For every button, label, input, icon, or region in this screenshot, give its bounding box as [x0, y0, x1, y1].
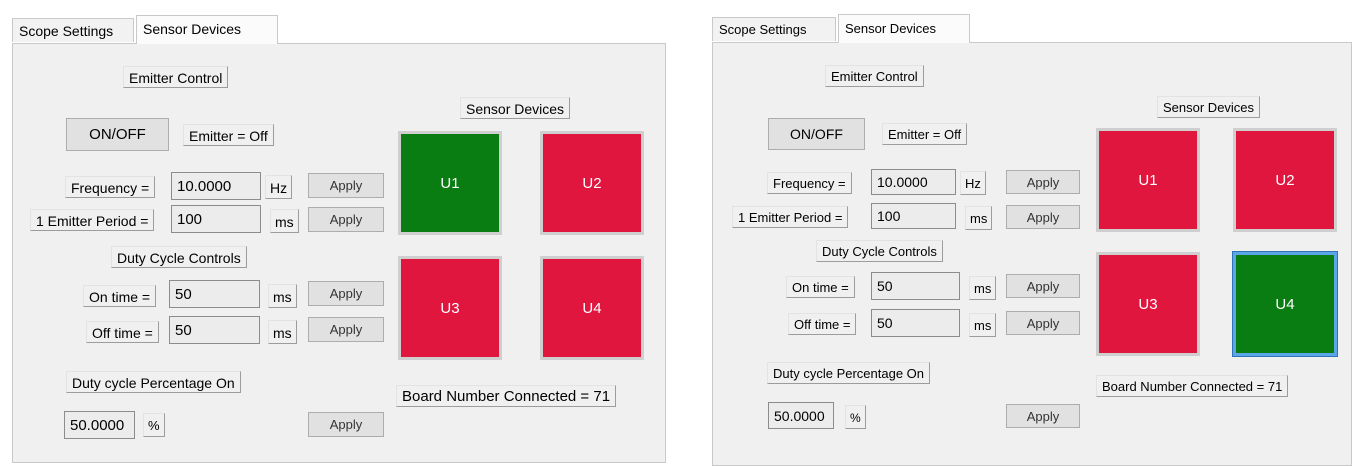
sensor-u2-label: U2 [1275, 171, 1295, 189]
on-time-apply-button[interactable]: Apply [1006, 274, 1080, 298]
off-time-apply-button[interactable]: Apply [1006, 311, 1080, 335]
period-unit: ms [270, 209, 299, 233]
frequency-apply-button[interactable]: Apply [1006, 170, 1080, 194]
sensor-u4[interactable]: U4 [1232, 251, 1338, 357]
tab-sensor-devices[interactable]: Sensor Devices [838, 14, 970, 43]
on-off-button[interactable]: ON/OFF [768, 118, 865, 150]
sensor-devices-label: Sensor Devices [460, 97, 571, 119]
off-time-unit: ms [268, 320, 297, 344]
duty-percentage-unit: % [845, 405, 866, 429]
sensor-u3[interactable]: U3 [1096, 252, 1200, 356]
sensor-u4-label: U4 [1275, 295, 1295, 313]
on-time-input[interactable] [169, 280, 260, 308]
sensor-u3[interactable]: U3 [398, 256, 502, 360]
sensor-u2[interactable]: U2 [540, 131, 644, 235]
frequency-unit: Hz [960, 171, 986, 195]
emitter-status-label: Emitter = Off [882, 123, 968, 145]
duty-cycle-percentage-label: Duty cycle Percentage On [66, 371, 241, 393]
sensor-u3-label: U3 [1138, 295, 1158, 313]
duty-percentage-unit: % [143, 413, 165, 437]
on-time-label: On time = [83, 285, 157, 307]
period-input[interactable] [171, 205, 261, 233]
off-time-input[interactable] [871, 309, 960, 337]
sensor-panel-left: Scope Settings Sensor Devices Emitter Co… [0, 0, 680, 466]
sensor-u4-label: U4 [582, 299, 602, 317]
on-off-button[interactable]: ON/OFF [66, 118, 169, 151]
sensor-u1[interactable]: U1 [1096, 128, 1200, 232]
duty-cycle-controls-label: Duty Cycle Controls [816, 240, 943, 262]
sensor-u1-label: U1 [440, 174, 460, 192]
off-time-label: Off time = [788, 313, 857, 335]
sensor-u2[interactable]: U2 [1233, 128, 1337, 232]
board-number-label: Board Number Connected = 71 [1096, 375, 1289, 397]
sensor-u2-label: U2 [582, 174, 602, 192]
tab-sensor-devices[interactable]: Sensor Devices [136, 15, 278, 44]
sensor-panel-right: Scope Settings Sensor Devices Emitter Co… [700, 0, 1360, 466]
duty-cycle-controls-label: Duty Cycle Controls [111, 246, 247, 268]
off-time-apply-button[interactable]: Apply [308, 317, 384, 342]
sensor-u1[interactable]: U1 [398, 131, 502, 235]
off-time-unit: ms [969, 313, 997, 337]
duty-percentage-apply-button[interactable]: Apply [308, 412, 384, 437]
duty-percentage-input[interactable] [768, 402, 834, 429]
off-time-input[interactable] [169, 316, 260, 344]
period-input[interactable] [871, 203, 956, 229]
duty-percentage-apply-button[interactable]: Apply [1006, 404, 1080, 428]
frequency-input[interactable] [171, 172, 261, 200]
tab-scope-settings[interactable]: Scope Settings [12, 18, 134, 42]
emitter-control-label: Emitter Control [123, 66, 229, 88]
emitter-control-label: Emitter Control [825, 65, 924, 87]
duty-percentage-input[interactable] [64, 411, 135, 439]
board-number-label: Board Number Connected = 71 [396, 385, 617, 407]
duty-cycle-percentage-label: Duty cycle Percentage On [767, 362, 931, 384]
frequency-input[interactable] [871, 169, 956, 195]
period-label: 1 Emitter Period = [732, 206, 849, 228]
frequency-apply-button[interactable]: Apply [308, 173, 384, 198]
sensor-u3-label: U3 [440, 299, 460, 317]
off-time-label: Off time = [86, 321, 159, 343]
frequency-label: Frequency = [65, 176, 156, 198]
period-unit: ms [965, 206, 993, 230]
period-label: 1 Emitter Period = [30, 209, 155, 231]
on-time-label: On time = [786, 276, 855, 298]
period-apply-button[interactable]: Apply [308, 207, 384, 232]
on-time-apply-button[interactable]: Apply [308, 281, 384, 306]
period-apply-button[interactable]: Apply [1006, 205, 1080, 229]
frequency-label: Frequency = [767, 172, 852, 194]
on-time-unit: ms [268, 284, 297, 308]
on-time-input[interactable] [871, 272, 960, 300]
sensor-u1-label: U1 [1138, 171, 1158, 189]
frequency-unit: Hz [265, 175, 293, 199]
sensor-devices-label: Sensor Devices [1157, 96, 1261, 118]
sensor-u4[interactable]: U4 [540, 256, 644, 360]
on-time-unit: ms [969, 276, 997, 300]
emitter-status-label: Emitter = Off [183, 124, 274, 146]
tab-scope-settings[interactable]: Scope Settings [712, 17, 836, 41]
